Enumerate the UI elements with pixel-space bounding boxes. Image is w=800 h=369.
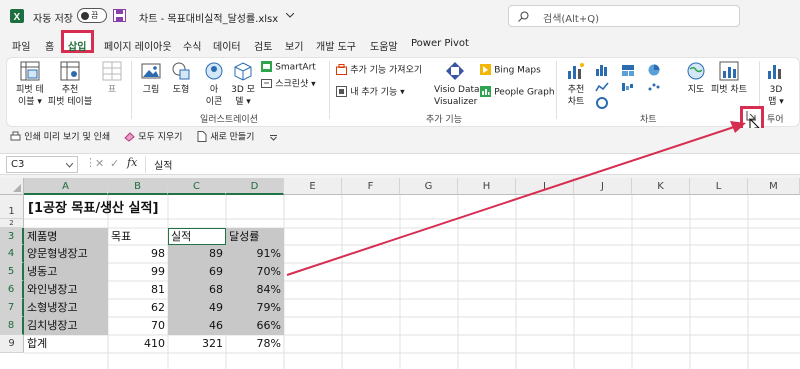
- annotation-arrow: [286, 121, 746, 276]
